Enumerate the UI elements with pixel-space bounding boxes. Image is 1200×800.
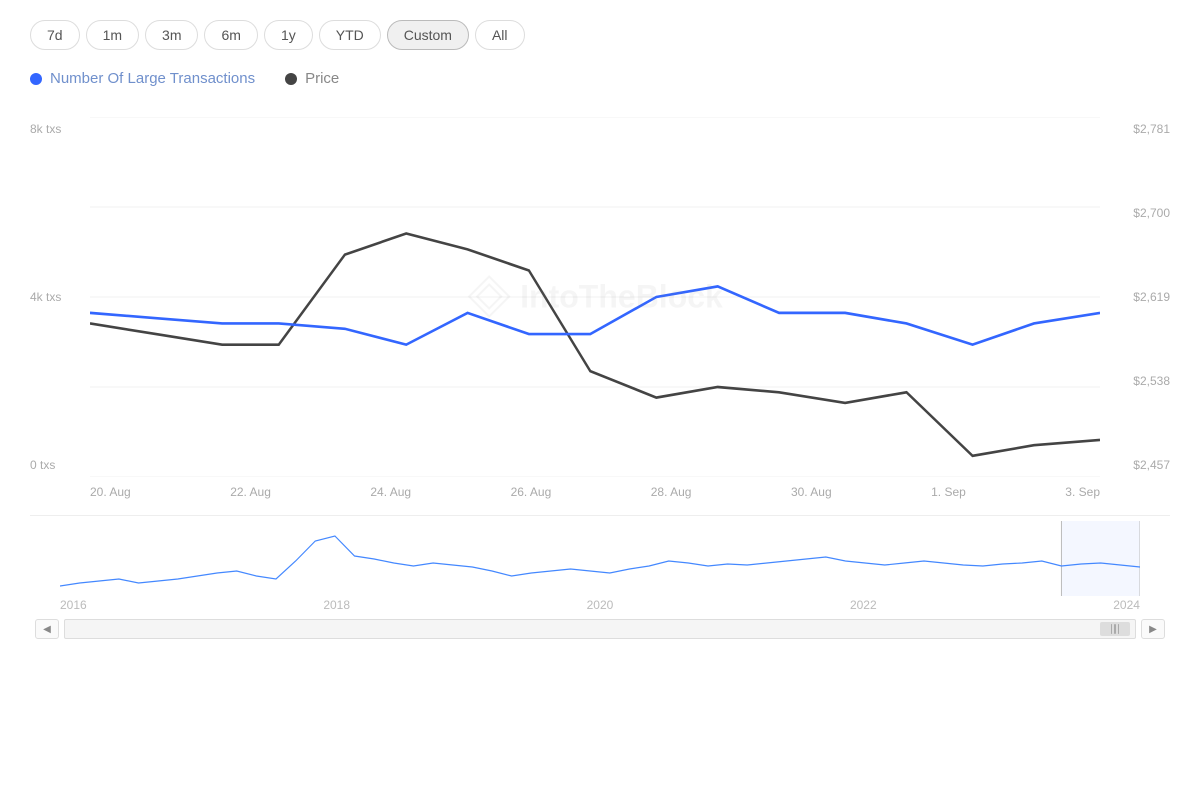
- mini-x-2022: 2022: [850, 598, 877, 612]
- scrollbar-track[interactable]: [64, 619, 1136, 639]
- mini-chart-container: [60, 521, 1140, 596]
- btn-all[interactable]: All: [475, 20, 525, 50]
- y-axis-right: $2,781 $2,700 $2,619 $2,538 $2,457: [1133, 117, 1170, 477]
- btn-1y[interactable]: 1y: [264, 20, 313, 50]
- mini-x-2024: 2024: [1113, 598, 1140, 612]
- legend-dot-transactions: [30, 73, 42, 85]
- chart-legend: Number Of Large Transactions Price: [30, 70, 1170, 87]
- mini-transactions-line: [60, 536, 1140, 586]
- mini-x-2020: 2020: [587, 598, 614, 612]
- scroll-right-button[interactable]: ▶: [1141, 619, 1165, 639]
- x-axis: 20. Aug 22. Aug 24. Aug 26. Aug 28. Aug …: [30, 477, 1160, 507]
- legend-price: Price: [285, 70, 339, 87]
- scrollbar-container: ◀ ▶: [30, 619, 1170, 639]
- legend-label-price: Price: [305, 70, 339, 87]
- thumb-line-2: [1114, 624, 1116, 634]
- btn-ytd[interactable]: YTD: [319, 20, 381, 50]
- btn-3m[interactable]: 3m: [145, 20, 198, 50]
- legend-label-transactions: Number Of Large Transactions: [50, 70, 255, 87]
- y-label-2700: $2,700: [1133, 206, 1170, 220]
- transactions-line: [90, 286, 1100, 344]
- y-label-2619: $2,619: [1133, 290, 1170, 304]
- scroll-left-button[interactable]: ◀: [35, 619, 59, 639]
- y-label-4k: 4k txs: [30, 290, 61, 304]
- x-label-aug28: 28. Aug: [651, 485, 692, 499]
- chart-svg: [90, 117, 1100, 477]
- mini-x-2018: 2018: [323, 598, 350, 612]
- y-label-2457: $2,457: [1133, 458, 1170, 472]
- y-label-0: 0 txs: [30, 458, 61, 472]
- time-range-buttons: 7d 1m 3m 6m 1y YTD Custom All: [30, 20, 1170, 50]
- x-label-aug26: 26. Aug: [511, 485, 552, 499]
- main-chart: 8k txs 4k txs 0 txs $2,781 $2,700 $2,619…: [30, 117, 1170, 477]
- legend-dot-price: [285, 73, 297, 85]
- y-axis-left: 8k txs 4k txs 0 txs: [30, 117, 61, 477]
- x-label-aug20: 20. Aug: [90, 485, 131, 499]
- legend-transactions: Number Of Large Transactions: [30, 70, 255, 87]
- x-label-sep3: 3. Sep: [1065, 485, 1100, 499]
- btn-6m[interactable]: 6m: [204, 20, 257, 50]
- mini-chart-svg: [60, 521, 1140, 596]
- app-container: 7d 1m 3m 6m 1y YTD Custom All Number Of …: [0, 0, 1200, 800]
- btn-7d[interactable]: 7d: [30, 20, 80, 50]
- mini-x-axis: 2016 2018 2020 2022 2024: [30, 596, 1170, 614]
- thumb-line-3: [1118, 624, 1120, 634]
- chart-svg-container: IntoTheBlock: [90, 117, 1100, 477]
- mini-x-2016: 2016: [60, 598, 87, 612]
- btn-1m[interactable]: 1m: [86, 20, 139, 50]
- mini-chart-section: 2016 2018 2020 2022 2024 ◀: [30, 515, 1170, 615]
- y-label-2538: $2,538: [1133, 374, 1170, 388]
- thumb-lines: [1111, 624, 1120, 634]
- x-label-aug22: 22. Aug: [230, 485, 271, 499]
- scrollbar-thumb[interactable]: [1100, 622, 1130, 636]
- y-label-2781: $2,781: [1133, 122, 1170, 136]
- chart-wrapper: 8k txs 4k txs 0 txs $2,781 $2,700 $2,619…: [30, 117, 1170, 615]
- btn-custom[interactable]: Custom: [387, 20, 469, 50]
- x-label-aug24: 24. Aug: [370, 485, 411, 499]
- price-line: [90, 233, 1100, 455]
- thumb-line-1: [1111, 624, 1113, 634]
- y-label-8k: 8k txs: [30, 122, 61, 136]
- x-label-aug30: 30. Aug: [791, 485, 832, 499]
- x-label-sep1: 1. Sep: [931, 485, 966, 499]
